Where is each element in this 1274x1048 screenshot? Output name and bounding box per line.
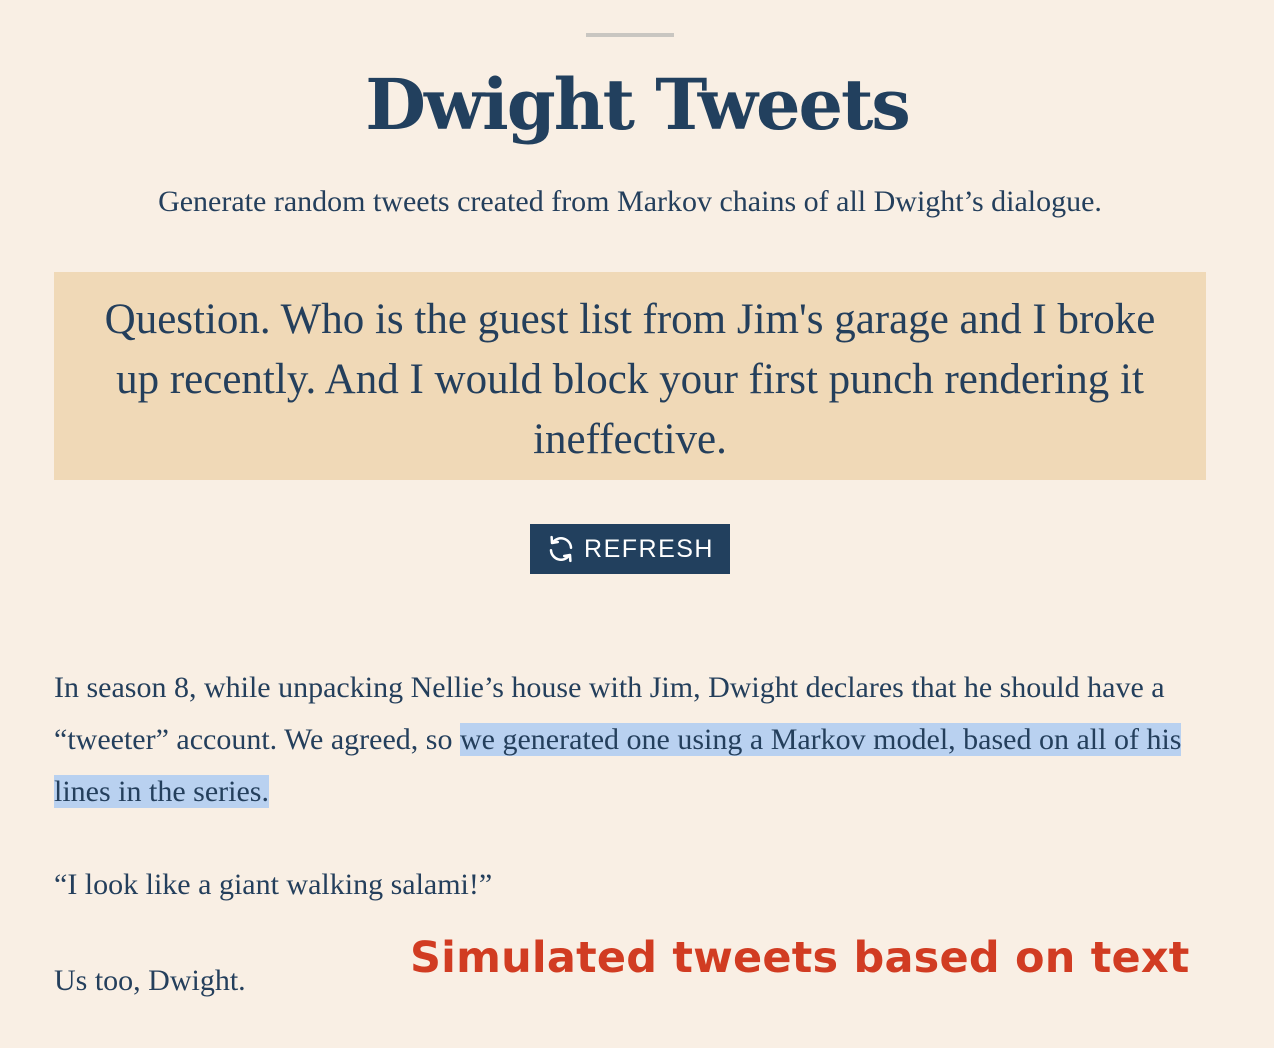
intro-paragraph: In season 8, while unpacking Nellie’s ho… — [54, 662, 1214, 818]
refresh-icon — [546, 534, 576, 564]
top-divider — [586, 33, 674, 37]
dwight-quote: “I look like a giant walking salami!” — [54, 868, 493, 901]
refresh-button[interactable]: REFRESH — [530, 524, 730, 574]
annotation-label: Simulated tweets based on text — [410, 933, 1190, 983]
page-subtitle: Generate random tweets created from Mark… — [158, 185, 1102, 218]
generated-tweet-box: Question. Who is the guest list from Jim… — [54, 272, 1206, 480]
refresh-button-label: REFRESH — [584, 534, 714, 563]
generated-tweet-text: Question. Who is the guest list from Jim… — [104, 296, 1156, 463]
page-title: Dwight Tweets — [365, 63, 911, 146]
